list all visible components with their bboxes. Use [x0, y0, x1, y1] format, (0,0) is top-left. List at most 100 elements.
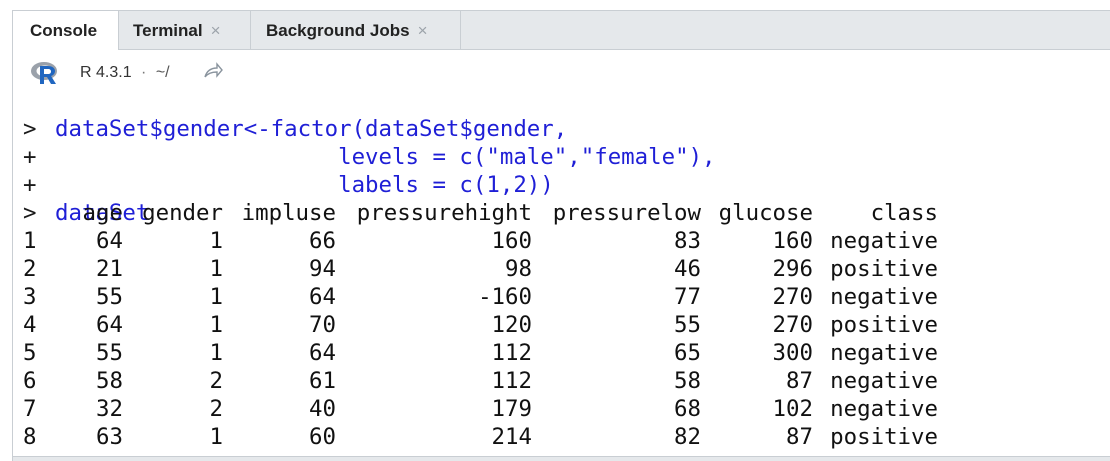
- r-version-text: R 4.3.1: [80, 64, 132, 81]
- table-cell: 55: [674, 312, 701, 338]
- table-cell: 102: [772, 396, 813, 422]
- table-cell: negative: [830, 284, 938, 310]
- table-row: 8 63 1 60 214 82 87 positive: [13, 423, 1013, 451]
- table-cell: 46: [674, 256, 701, 282]
- table-cell: 58: [674, 368, 701, 394]
- table-cell: 66: [309, 228, 336, 254]
- pane-tabbar: Console Terminal × Background Jobs ×: [13, 11, 1110, 50]
- tab-background-jobs[interactable]: Background Jobs ×: [251, 11, 461, 50]
- table-cell: 60: [309, 424, 336, 450]
- table-cell: 32: [96, 396, 123, 422]
- table-cell: 55: [96, 340, 123, 366]
- console-line: > dataSet$gender<-factor(dataSet$gender,: [13, 87, 567, 142]
- tab-terminal-label: Terminal: [133, 21, 203, 40]
- tab-console-label: Console: [30, 21, 98, 40]
- table-cell: 160: [772, 228, 813, 254]
- table-row: 5 55 1 64 112 65 300 negative: [13, 339, 1013, 367]
- console-pane: Console Terminal × Background Jobs × R 4.3…: [12, 10, 1110, 461]
- tab-terminal[interactable]: Terminal ×: [119, 11, 251, 50]
- column-header: age: [82, 200, 123, 226]
- command-text: levels = c("male","female"),: [55, 144, 716, 170]
- table-cell: 270: [772, 284, 813, 310]
- table-cell: 68: [674, 396, 701, 422]
- table-cell: 87: [786, 368, 813, 394]
- column-header: impluse: [241, 200, 336, 226]
- table-cell: 98: [505, 256, 532, 282]
- table-cell: 64: [96, 312, 123, 338]
- row-name: 4: [23, 312, 37, 338]
- column-header: pressurelow: [552, 200, 701, 226]
- table-cell: 214: [491, 424, 532, 450]
- r-logo-icon: [31, 62, 57, 84]
- table-row: 6 58 2 61 112 58 87 negative: [13, 367, 1013, 395]
- working-directory[interactable]: ~/: [156, 64, 170, 81]
- table-cell: 55: [96, 284, 123, 310]
- table-cell: -160: [478, 284, 532, 310]
- table-cell: 1: [209, 228, 223, 254]
- row-name: 1: [23, 228, 37, 254]
- table-row: 2 21 1 94 98 46 296 positive: [13, 255, 1013, 283]
- table-cell: 58: [96, 368, 123, 394]
- table-cell: 64: [96, 228, 123, 254]
- column-header: pressurehight: [356, 200, 532, 226]
- table-cell: negative: [830, 340, 938, 366]
- table-cell: 77: [674, 284, 701, 310]
- console-line: > dataSet: [13, 171, 149, 226]
- command-text: labels = c(1,2)): [55, 172, 554, 198]
- table-cell: positive: [830, 424, 938, 450]
- arrow-icon[interactable]: [203, 62, 223, 80]
- table-cell: 2: [209, 396, 223, 422]
- table-cell: 65: [674, 340, 701, 366]
- table-cell: 300: [772, 340, 813, 366]
- separator: ·: [141, 64, 147, 81]
- tab-background-jobs-label: Background Jobs: [266, 21, 410, 40]
- row-name: 7: [23, 396, 37, 422]
- table-cell: 64: [309, 340, 336, 366]
- table-cell: 270: [772, 312, 813, 338]
- table-cell: 94: [309, 256, 336, 282]
- column-header: class: [870, 200, 938, 226]
- row-name: 8: [23, 424, 37, 450]
- table-cell: negative: [830, 228, 938, 254]
- console-line: + levels = c("male","female"),: [13, 115, 716, 170]
- table-header: age gender impluse pressurehight pressurelow…: [13, 199, 1013, 227]
- command-text: dataSet$gender<-factor(dataSet$gender,: [55, 116, 568, 142]
- close-icon[interactable]: ×: [418, 21, 428, 40]
- close-icon[interactable]: ×: [211, 21, 221, 40]
- column-header: gender: [142, 200, 223, 226]
- table-row: 7 32 2 40 179 68 102 negative: [13, 395, 1013, 423]
- table-row: 4 64 1 70 120 55 270 positive: [13, 311, 1013, 339]
- table-cell: 179: [491, 396, 532, 422]
- dataframe-output: age gender impluse pressurehight pressurelow…: [13, 199, 1013, 450]
- row-name: 5: [23, 340, 37, 366]
- table-cell: 83: [674, 228, 701, 254]
- column-header: glucose: [718, 200, 813, 226]
- table-cell: 1: [209, 284, 223, 310]
- r-version-label: R 4.3.1 · ~/: [80, 64, 170, 82]
- table-cell: positive: [830, 256, 938, 282]
- table-cell: 70: [309, 312, 336, 338]
- table-cell: 64: [309, 284, 336, 310]
- table-cell: negative: [830, 396, 938, 422]
- table-cell: 2: [209, 368, 223, 394]
- row-name: 3: [23, 284, 37, 310]
- table-cell: 1: [209, 312, 223, 338]
- table-cell: 21: [96, 256, 123, 282]
- table-row: 1 64 1 66 160 83 160 negative: [13, 227, 1013, 255]
- console-line: + labels = c(1,2)): [13, 143, 554, 198]
- table-cell: positive: [830, 312, 938, 338]
- table-cell: 87: [786, 424, 813, 450]
- console-toolbar: R 4.3.1 · ~/: [13, 50, 1110, 92]
- table-cell: 61: [309, 368, 336, 394]
- bottom-border: [13, 456, 1110, 461]
- table-row: 3 55 1 64 -160 77 270 negative: [13, 283, 1013, 311]
- table-cell: 160: [491, 228, 532, 254]
- table-cell: 1: [209, 424, 223, 450]
- table-cell: 112: [491, 368, 532, 394]
- table-cell: 296: [772, 256, 813, 282]
- table-cell: 112: [491, 340, 532, 366]
- table-cell: 82: [674, 424, 701, 450]
- table-cell: 63: [96, 424, 123, 450]
- table-cell: 1: [209, 256, 223, 282]
- tab-console[interactable]: Console: [13, 11, 119, 50]
